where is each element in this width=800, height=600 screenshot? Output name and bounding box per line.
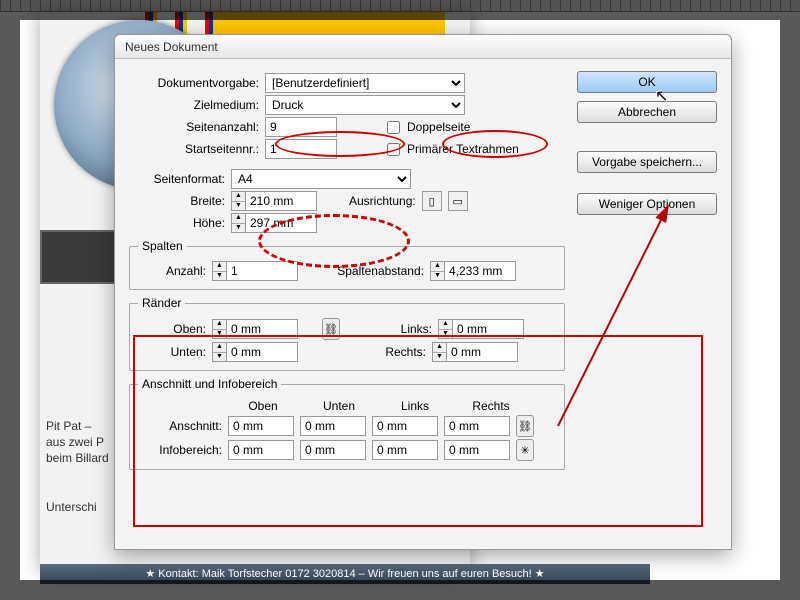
- gutter-label: Spaltenabstand:: [304, 264, 424, 278]
- slug-top-input[interactable]: [228, 440, 294, 460]
- preset-select[interactable]: [Benutzerdefiniert]: [265, 73, 465, 93]
- gutter-input[interactable]: [444, 261, 516, 281]
- margin-top-input[interactable]: [226, 319, 298, 339]
- link-bleed-icon[interactable]: ⛓: [516, 415, 534, 437]
- margins-legend: Ränder: [138, 296, 185, 310]
- margins-fieldset: Ränder Oben: ▲▼ ⛓ Links: ▲▼ Unten: ▲▼ Re…: [129, 296, 565, 371]
- margin-bottom-spinner[interactable]: ▲▼: [212, 342, 226, 362]
- column-count-label: Anzahl:: [138, 264, 206, 278]
- bleed-legend: Anschnitt und Infobereich: [138, 377, 281, 391]
- margin-left-label: Links:: [346, 322, 432, 336]
- bleed-hdr-bot: Unten: [304, 399, 374, 413]
- bleed-row-label: Anschnitt:: [138, 419, 222, 433]
- dialog-title: Neues Dokument: [115, 35, 731, 59]
- save-preset-button[interactable]: Vorgabe speichern...: [577, 151, 717, 173]
- orientation-portrait-icon[interactable]: ▯: [422, 191, 442, 211]
- pagesize-select[interactable]: A4: [231, 169, 411, 189]
- pagesize-label: Seitenformat:: [129, 172, 225, 186]
- margin-bottom-label: Unten:: [138, 345, 206, 359]
- bleed-top-input[interactable]: [228, 416, 294, 436]
- margin-top-spinner[interactable]: ▲▼: [212, 319, 226, 339]
- facing-pages-checkbox[interactable]: Doppelseite: [383, 118, 470, 137]
- intent-select[interactable]: Druck: [265, 95, 465, 115]
- margin-right-spinner[interactable]: ▲▼: [432, 342, 446, 362]
- primary-frame-checkbox[interactable]: Primärer Textrahmen: [383, 140, 519, 159]
- margin-top-label: Oben:: [138, 322, 206, 336]
- margin-bottom-input[interactable]: [226, 342, 298, 362]
- margin-right-label: Rechts:: [340, 345, 426, 359]
- ok-button[interactable]: OK: [577, 71, 717, 93]
- orientation-landscape-icon[interactable]: ▭: [448, 191, 468, 211]
- intent-label: Zielmedium:: [129, 98, 259, 112]
- slug-left-input[interactable]: [372, 440, 438, 460]
- cancel-button[interactable]: Abbrechen: [577, 101, 717, 123]
- orientation-label: Ausrichtung:: [349, 194, 416, 208]
- width-label: Breite:: [129, 194, 225, 208]
- slug-right-input[interactable]: [444, 440, 510, 460]
- height-input[interactable]: [245, 213, 317, 233]
- column-count-spinner[interactable]: ▲▼: [212, 261, 226, 281]
- bleed-hdr-right: Rechts: [456, 399, 526, 413]
- bleed-left-input[interactable]: [372, 416, 438, 436]
- startpage-label: Startseitennr.:: [129, 142, 259, 156]
- width-spinner[interactable]: ▲▼: [231, 191, 245, 211]
- background-footer: ★ Kontakt: Maik Torfstecher 0172 3020814…: [40, 564, 650, 584]
- pages-input[interactable]: [265, 117, 337, 137]
- columns-fieldset: Spalten Anzahl: ▲▼ Spaltenabstand: ▲▼: [129, 239, 565, 290]
- link-slug-icon[interactable]: ✳: [516, 439, 534, 461]
- slug-bottom-input[interactable]: [300, 440, 366, 460]
- height-spinner[interactable]: ▲▼: [231, 213, 245, 233]
- column-count-input[interactable]: [226, 261, 298, 281]
- margin-right-input[interactable]: [446, 342, 518, 362]
- ruler: [0, 0, 800, 12]
- link-margins-icon[interactable]: ⛓: [322, 318, 340, 340]
- margin-left-input[interactable]: [452, 319, 524, 339]
- startpage-input[interactable]: [265, 139, 337, 159]
- bleed-bottom-input[interactable]: [300, 416, 366, 436]
- bleed-fieldset: Anschnitt und Infobereich Oben Unten Lin…: [129, 377, 565, 470]
- slug-row-label: Infobereich:: [138, 443, 222, 457]
- new-document-dialog: Neues Dokument Dokumentvorgabe: [Benutze…: [114, 34, 732, 550]
- background-text: Pit Pat – aus zwei P beim Billard: [46, 418, 112, 466]
- bleed-hdr-top: Oben: [228, 399, 298, 413]
- columns-legend: Spalten: [138, 239, 187, 253]
- preset-label: Dokumentvorgabe:: [129, 76, 259, 90]
- width-input[interactable]: [245, 191, 317, 211]
- gutter-spinner[interactable]: ▲▼: [430, 261, 444, 281]
- pages-label: Seitenanzahl:: [129, 120, 259, 134]
- bleed-hdr-left: Links: [380, 399, 450, 413]
- bleed-right-input[interactable]: [444, 416, 510, 436]
- background-text-2: Unterschi: [46, 500, 97, 514]
- fewer-options-button[interactable]: Weniger Optionen: [577, 193, 717, 215]
- margin-left-spinner[interactable]: ▲▼: [438, 319, 452, 339]
- height-label: Höhe:: [129, 216, 225, 230]
